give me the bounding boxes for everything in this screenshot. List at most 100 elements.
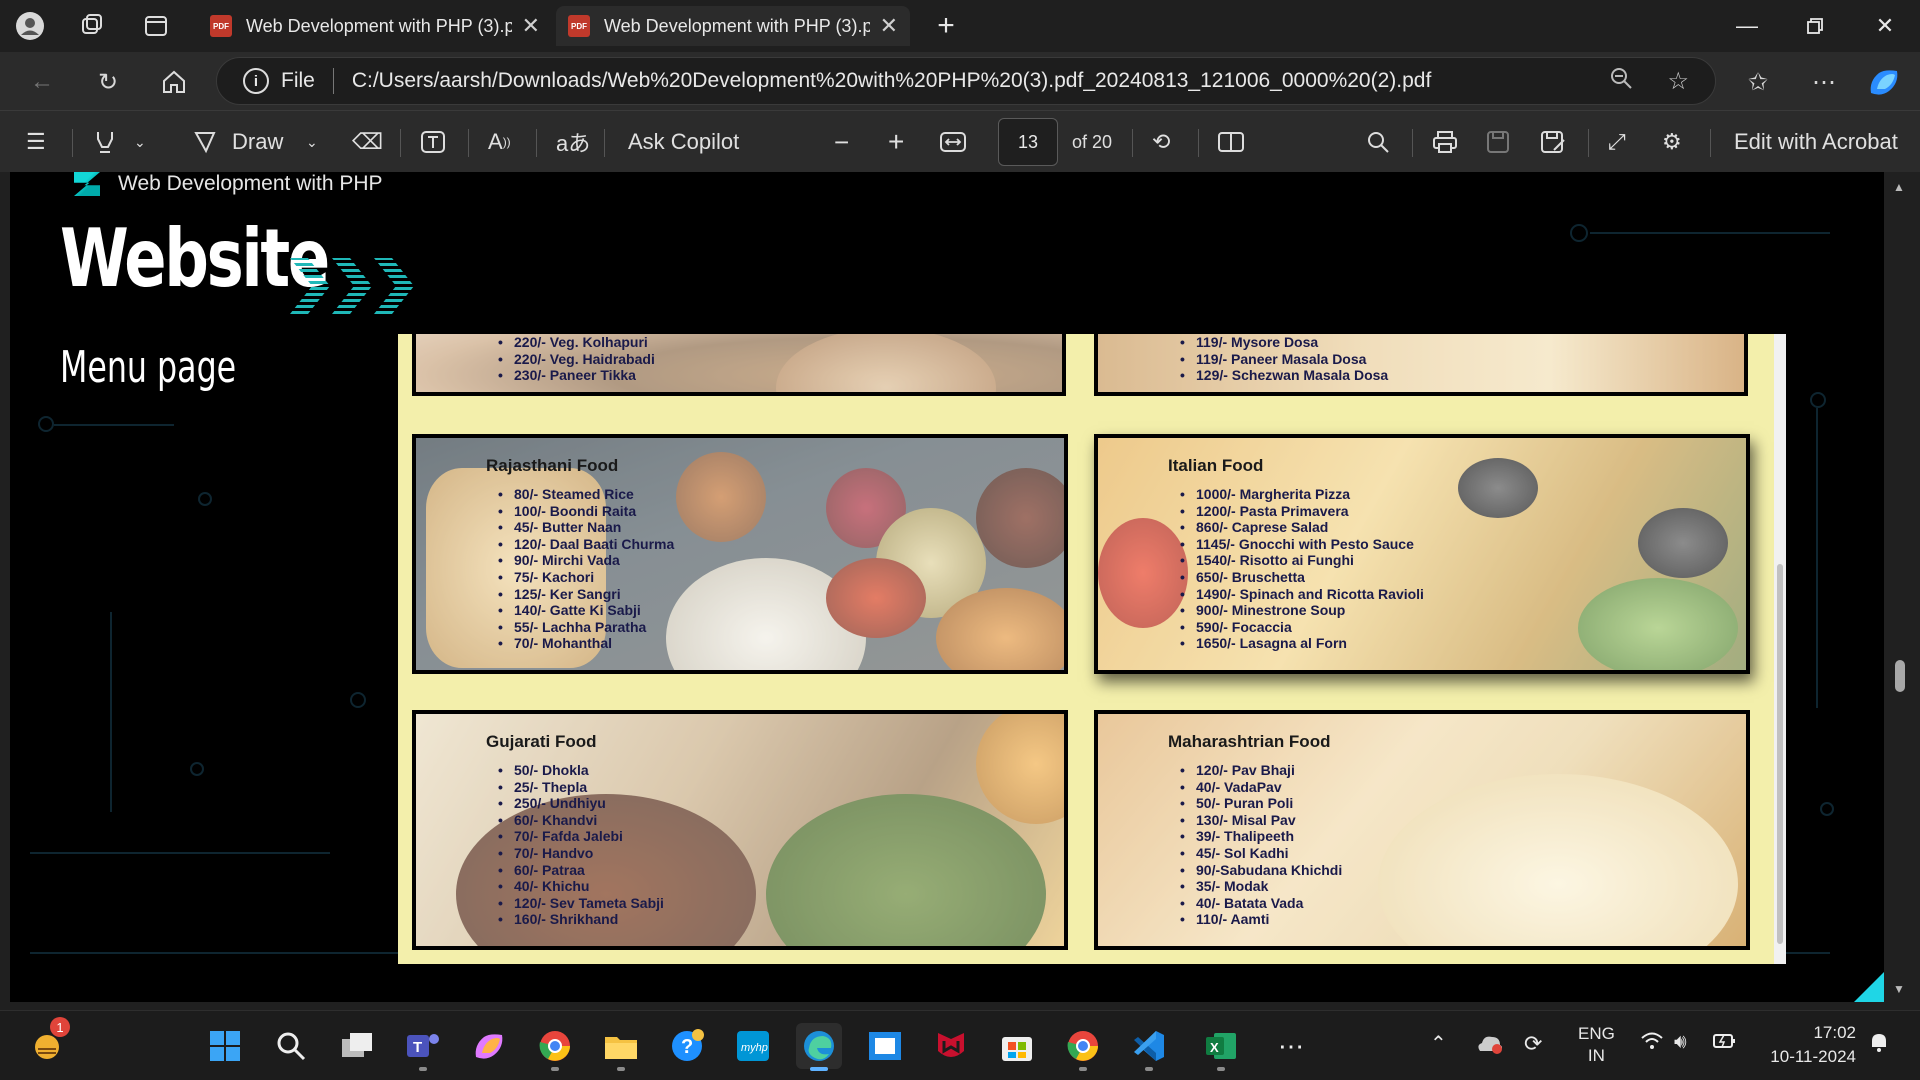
card-title: Maharashtrian Food (1168, 732, 1331, 751)
fullscreen-icon[interactable]: ⤢ (1608, 125, 1626, 159)
teams-icon[interactable]: T (400, 1023, 446, 1071)
ask-copilot-button[interactable]: Ask Copilot (628, 125, 739, 159)
contents-icon[interactable]: ☰ (26, 125, 46, 159)
translate-icon[interactable]: aあ (556, 125, 590, 159)
volume-icon[interactable]: 🔊︎ (1674, 1031, 1687, 1054)
app-icon[interactable] (862, 1023, 908, 1069)
onedrive-icon[interactable] (1476, 1033, 1504, 1060)
chevron-down-icon[interactable]: ⌄ (134, 125, 146, 159)
close-icon[interactable]: ✕ (522, 13, 540, 39)
new-tab-icon[interactable]: + (930, 9, 962, 42)
menu-item: 120/- Daal Baati Churma (486, 536, 674, 553)
fit-width-icon[interactable] (940, 125, 966, 159)
menu-item: 35/- Modak (1168, 878, 1342, 895)
chevron-down-icon[interactable]: ⌄ (306, 125, 318, 159)
print-icon[interactable] (1432, 125, 1458, 159)
copilot-icon[interactable] (466, 1023, 512, 1069)
save-as-icon[interactable] (1540, 125, 1566, 159)
card-title: Gujarati Food (486, 732, 597, 751)
settings-gear-icon[interactable]: ⚙ (1662, 125, 1682, 159)
card-title: Italian Food (1168, 456, 1264, 475)
menu-item: 40/- Batata Vada (1168, 895, 1342, 912)
chrome-icon[interactable] (532, 1023, 578, 1071)
eraser-icon[interactable]: ⌫ (352, 125, 383, 159)
refresh-icon[interactable]: ↻ (90, 64, 126, 100)
browser-tab[interactable]: PDF Web Development with PHP (3).p ✕ (198, 6, 552, 46)
notifications-bell-icon[interactable] (1868, 1031, 1890, 1059)
workspaces-icon[interactable] (76, 10, 108, 42)
weather-icon[interactable]: 1 (24, 1017, 70, 1069)
help-icon[interactable]: ? (664, 1023, 710, 1069)
card-title: Rajasthani Food (486, 456, 619, 475)
divider (1132, 129, 1133, 157)
more-icon[interactable]: ⋯ (1806, 64, 1842, 100)
back-icon[interactable]: ← (24, 64, 60, 100)
task-view-icon[interactable] (334, 1023, 380, 1069)
menu-card-italian: Italian Food 1000/- Margherita Pizza 120… (1094, 434, 1750, 674)
circuit-decoration (1820, 802, 1834, 816)
wifi-icon[interactable] (1640, 1031, 1664, 1057)
clock[interactable]: 17:02 10-11-2024 (1760, 1021, 1856, 1069)
copilot-icon[interactable] (1866, 64, 1902, 100)
profile-icon[interactable] (14, 10, 46, 42)
menu-item: 590/- Focaccia (1168, 619, 1424, 636)
tab-actions-icon[interactable] (140, 10, 172, 42)
svg-text:myhp: myhp (741, 1042, 768, 1054)
file-explorer-icon[interactable] (598, 1023, 644, 1071)
rotate-icon[interactable]: ⟲ (1152, 125, 1170, 159)
document-viewer[interactable]: Web Development with PHP Website Menu pa… (0, 172, 1920, 1010)
home-icon[interactable] (156, 64, 192, 100)
draw-button[interactable]: Draw (192, 125, 283, 159)
sync-icon[interactable]: ⟳ (1524, 1031, 1542, 1057)
close-window-icon[interactable]: ✕ (1862, 8, 1908, 44)
language-indicator[interactable]: ENG IN (1578, 1023, 1615, 1067)
mcafee-icon[interactable] (928, 1023, 974, 1069)
excel-icon[interactable]: X (1198, 1023, 1244, 1071)
menu-item: 119/- Paneer Masala Dosa (1168, 351, 1388, 368)
menu-item: 140/- Gatte Ki Sabji (486, 602, 674, 619)
browser-tab-active[interactable]: PDF Web Development with PHP (3).p ✕ (556, 6, 910, 46)
url-text[interactable]: C:/Users/aarsh/Downloads/Web%20Developme… (352, 69, 1431, 93)
favorites-icon[interactable]: ✩ (1740, 64, 1776, 100)
menu-item: 650/- Bruschetta (1168, 569, 1424, 586)
menu-item: 39/- Thalipeeth (1168, 828, 1342, 845)
favorite-star-icon[interactable]: ☆ (1667, 67, 1689, 96)
scroll-up-icon[interactable]: ▲ (1892, 180, 1906, 194)
scroll-thumb[interactable] (1895, 660, 1905, 692)
find-icon[interactable] (1366, 125, 1390, 159)
viewer-scrollbar[interactable]: ▲ ▼ (1892, 180, 1906, 1000)
circuit-decoration (38, 416, 54, 432)
more-apps-icon[interactable]: ⋯ (1268, 1023, 1314, 1069)
chrome-icon[interactable] (1060, 1023, 1106, 1071)
menu-item: 119/- Mysore Dosa (1168, 334, 1388, 351)
zoom-icon[interactable] (1609, 66, 1633, 96)
myhp-icon[interactable]: myhp (730, 1023, 776, 1069)
page-number-input[interactable]: 13 (998, 118, 1058, 166)
highlight-icon[interactable] (92, 125, 118, 159)
start-icon[interactable] (202, 1023, 248, 1069)
minimize-icon[interactable]: — (1724, 8, 1770, 44)
zoom-out-icon[interactable]: − (834, 125, 849, 159)
scroll-down-icon[interactable]: ▼ (1892, 982, 1906, 996)
zoom-in-icon[interactable]: + (888, 125, 904, 159)
restore-icon[interactable] (1792, 8, 1838, 44)
arrows-decoration (290, 258, 414, 314)
edit-with-acrobat-button[interactable]: Edit with Acrobat (1734, 125, 1898, 159)
save-icon[interactable] (1486, 125, 1510, 159)
edge-icon[interactable] (796, 1023, 842, 1071)
draw-label: Draw (232, 129, 284, 154)
battery-icon[interactable] (1712, 1031, 1738, 1057)
address-bar[interactable]: i File C:/Users/aarsh/Downloads/Web%20De… (216, 57, 1716, 105)
menu-item: 50/- Dhokla (486, 762, 664, 779)
brand-text: Web Development with PHP (118, 172, 383, 195)
store-icon[interactable] (994, 1023, 1040, 1069)
chevron-up-icon[interactable]: ⌃ (1430, 1031, 1447, 1056)
read-aloud-icon[interactable]: A)) (488, 125, 511, 159)
menu-item: 100/- Boondi Raita (486, 503, 674, 520)
close-icon[interactable]: ✕ (880, 13, 898, 39)
vscode-icon[interactable] (1126, 1023, 1172, 1071)
page-view-icon[interactable] (1218, 125, 1244, 159)
search-icon[interactable] (268, 1023, 314, 1069)
info-icon[interactable]: i (243, 68, 269, 94)
text-box-icon[interactable] (420, 125, 446, 159)
